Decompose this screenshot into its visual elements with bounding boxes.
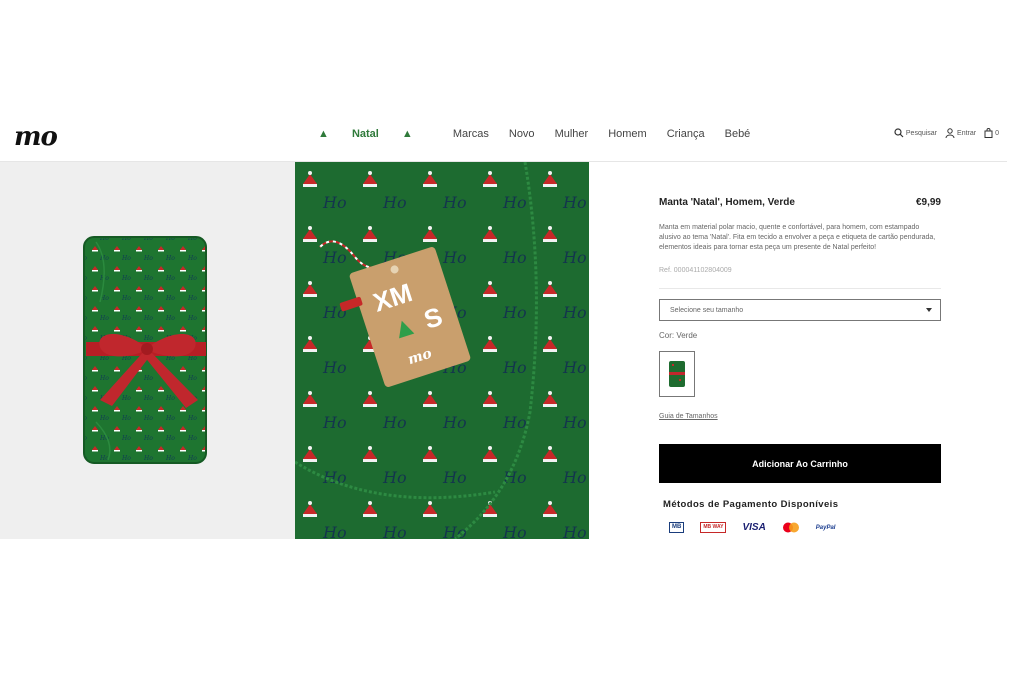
color-label: Cor: Verde [659,331,698,340]
login-button[interactable]: Entrar [945,128,976,138]
size-guide-link[interactable]: Guia de Tamanhos [659,413,941,420]
product-image-detail[interactable]: Ho XM S mo [295,162,589,539]
header-actions: Pesquisar Entrar 0 [886,128,999,138]
color-swatch-verde[interactable] [659,351,695,397]
product-image-folded[interactable]: Ho [0,162,295,539]
mb-label: MB [669,522,685,533]
user-icon [945,128,955,138]
site-header: mo ▲ Natal ▲ Marcas Novo Mulher Homem Cr… [0,112,1007,162]
tree-icon: ▲ [318,128,329,140]
product-ref: Ref. 000041102804009 [659,267,941,289]
product-description: Manta em material polar macio, quente e … [659,224,936,251]
size-select[interactable]: Selecione seu tamanho [659,299,941,321]
size-select-placeholder: Selecione seu tamanho [670,306,744,314]
nav-item-mulher[interactable]: Mulher [555,128,589,140]
mastercard-icon [782,522,800,533]
paypal-icon: PayPal [815,524,836,531]
tree-icon: ▲ [401,128,413,140]
folded-blanket-illustration: Ho [83,236,207,464]
add-to-cart-button[interactable]: Adicionar Ao Carrinho [659,444,941,483]
cart-button[interactable]: 0 [984,128,999,138]
main-nav: ▲ Natal ▲ Marcas Novo Mulher Homem Crian… [318,128,770,140]
product-title: Manta 'Natal', Homem, Verde [659,197,795,208]
product-title-row: Manta 'Natal', Homem, Verde €9,99 [659,197,941,208]
search-icon [894,128,904,138]
login-label: Entrar [957,129,977,137]
product-price: €9,99 [915,197,941,208]
nav-item-marcas[interactable]: Marcas [453,128,489,140]
blanket-closeup-illustration: Ho XM S mo [295,162,589,539]
cart-count: 0 [995,129,999,137]
mbway-icon: MB WAY [700,522,727,533]
nav-item-bebe[interactable]: Bebé [725,128,751,140]
nav-item-crianca[interactable]: Criança [667,128,705,140]
mbway-label: MB WAY [700,522,727,533]
search-button[interactable]: Pesquisar [894,128,937,138]
nav-item-homem[interactable]: Homem [608,128,647,140]
site-logo[interactable]: mo [14,122,58,152]
payment-methods-title: Métodos de Pagamento Disponíveis [663,499,839,510]
nav-label: Natal [351,128,379,140]
chevron-down-icon [926,308,932,312]
ribbon-icon [669,364,685,381]
visa-icon: VISA [742,522,766,533]
search-label: Pesquisar [905,129,938,137]
nav-item-novo[interactable]: Novo [509,128,535,140]
payment-methods-row: MB MB WAY VISA PayPal [669,522,941,533]
product-info: Manta 'Natal', Homem, Verde €9,99 Manta … [659,197,941,533]
nav-item-natal[interactable]: ▲ Natal ▲ [318,128,433,140]
multibanco-icon: MB [669,522,685,533]
swatch-thumbnail [669,361,685,387]
bag-icon [984,128,993,138]
